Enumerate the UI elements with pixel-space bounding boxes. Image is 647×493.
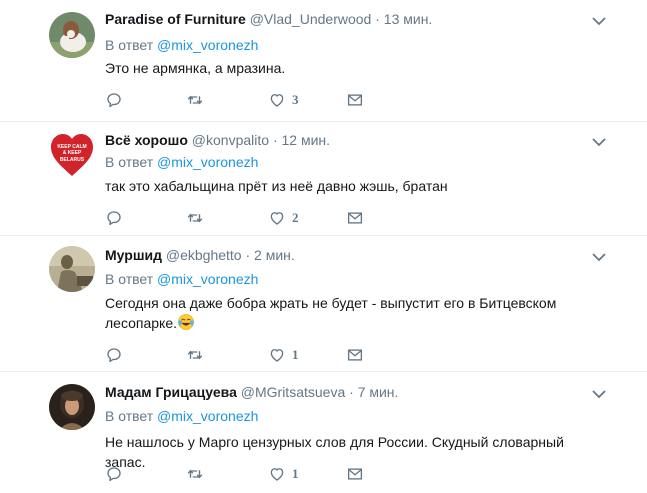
separator-dot: · [349, 384, 354, 400]
reply-prefix: В ответ [105, 408, 154, 424]
separator-dot: · [245, 247, 251, 263]
message-button[interactable] [346, 208, 364, 228]
message-icon [346, 346, 364, 364]
face-with-tears-of-joy-icon [178, 314, 194, 330]
tweet-text-line: лесопарке. [105, 315, 178, 331]
reply-icon [105, 91, 123, 109]
message-icon [346, 465, 364, 483]
user-handle[interactable]: @konvpalito [192, 132, 269, 148]
like-button[interactable]: 1 [268, 464, 299, 484]
avatar[interactable] [49, 384, 95, 430]
avatar[interactable] [49, 246, 95, 292]
retweet-button[interactable] [186, 208, 204, 228]
heart-logo-image: KEEP CALM & KEEP BELARUS [49, 132, 95, 178]
like-button[interactable]: 1 [268, 345, 299, 365]
reply-prefix: В ответ [105, 271, 154, 287]
like-button[interactable]: 2 [268, 208, 299, 228]
reply-button[interactable] [105, 464, 123, 484]
retweet-icon [186, 91, 204, 109]
like-icon [268, 91, 286, 109]
like-count: 2 [292, 210, 299, 225]
message-icon [346, 91, 364, 109]
like-count: 3 [292, 92, 299, 107]
avatar-text-line: & KEEP [63, 150, 82, 156]
message-button[interactable] [346, 464, 364, 484]
display-name[interactable]: Всё хорошо [105, 132, 188, 148]
message-icon [346, 209, 364, 227]
reply-prefix: В ответ [105, 154, 154, 170]
like-icon [268, 346, 286, 364]
tweet-header: Муршид @ekbghetto · 2 мин. [105, 247, 295, 263]
like-button[interactable]: 3 [268, 90, 299, 110]
message-button[interactable] [346, 90, 364, 110]
chevron-down-icon[interactable] [592, 16, 606, 26]
tweet-header: Мадам Грицацуева @MGritsatsueva · 7 мин. [105, 384, 398, 400]
retweet-icon [186, 465, 204, 483]
message-button[interactable] [346, 345, 364, 365]
tweet-item[interactable]: KEEP CALM & KEEP BELARUS Всё хорошо @kon… [0, 122, 647, 236]
tweet-text-line: Сегодня она даже бобра жрать не будет - … [105, 295, 557, 311]
tweet-header: Paradise of Furniture @Vlad_Underwood · … [105, 11, 432, 27]
display-name[interactable]: Paradise of Furniture [105, 11, 246, 27]
tweet-item[interactable]: Мадам Грицацуева @MGritsatsueva · 7 мин.… [0, 372, 647, 493]
avatar[interactable] [49, 12, 95, 58]
chevron-down-icon[interactable] [592, 137, 606, 147]
mention-link[interactable]: @mix_voronezh [157, 37, 258, 53]
mention-link[interactable]: @mix_voronezh [157, 154, 258, 170]
user-handle[interactable]: @ekbghetto [166, 247, 242, 263]
reply-button[interactable] [105, 345, 123, 365]
tweet-actions: 2 [105, 208, 365, 228]
reply-context: В ответ @mix_voronezh [105, 271, 258, 287]
separator-dot: · [272, 132, 278, 148]
reply-icon [105, 465, 123, 483]
reply-context: В ответ @mix_voronezh [105, 154, 258, 170]
reply-icon [105, 346, 123, 364]
timestamp[interactable]: 12 мин. [282, 132, 331, 148]
display-name[interactable]: Мадам Грицацуева [105, 384, 237, 400]
retweet-button[interactable] [186, 464, 204, 484]
tweet-text: Это не армянка, а мразина. [105, 60, 286, 76]
timestamp[interactable]: 7 мин. [358, 384, 399, 400]
retweet-button[interactable] [186, 345, 204, 365]
avatar[interactable]: KEEP CALM & KEEP BELARUS [49, 132, 95, 178]
tweet-item[interactable]: Paradise of Furniture @Vlad_Underwood · … [0, 0, 647, 122]
retweet-icon [186, 209, 204, 227]
reply-context: В ответ @mix_voronezh [105, 408, 258, 424]
retweet-icon [186, 346, 204, 364]
timestamp[interactable]: 13 мин. [384, 11, 433, 27]
user-handle[interactable]: @Vlad_Underwood [250, 11, 372, 27]
like-icon [268, 465, 286, 483]
reply-button[interactable] [105, 208, 123, 228]
avatar-text-line: BELARUS [60, 157, 85, 163]
woman-photo-image [49, 384, 95, 430]
tweet-actions: 1 [105, 464, 365, 484]
separator-dot: · [375, 11, 380, 27]
reply-prefix: В ответ [105, 37, 154, 53]
user-handle[interactable]: @MGritsatsueva [241, 384, 345, 400]
like-count: 1 [292, 347, 299, 362]
tweet-text: Сегодня она даже бобра жрать не будет - … [105, 293, 605, 333]
display-name[interactable]: Муршид [105, 247, 162, 263]
retweet-button[interactable] [186, 90, 204, 110]
tweet-actions: 3 [105, 90, 365, 110]
dog-photo-image [49, 12, 95, 58]
reply-button[interactable] [105, 90, 123, 110]
sepia-photo-image [49, 246, 95, 292]
tweet-text: так это хабальщина прёт из неё давно жэш… [105, 178, 448, 194]
chevron-down-icon[interactable] [592, 389, 606, 399]
like-count: 1 [292, 466, 299, 481]
reply-context: В ответ @mix_voronezh [105, 37, 258, 53]
mention-link[interactable]: @mix_voronezh [157, 408, 258, 424]
chevron-down-icon[interactable] [592, 252, 606, 262]
timestamp[interactable]: 2 мин. [254, 247, 295, 263]
tweet-actions: 1 [105, 345, 365, 365]
reply-icon [105, 209, 123, 227]
like-icon [268, 209, 286, 227]
tweet-header: Всё хорошо @konvpalito · 12 мин. [105, 132, 330, 148]
mention-link[interactable]: @mix_voronezh [157, 271, 258, 287]
tweet-item[interactable]: Муршид @ekbghetto · 2 мин. В ответ @mix_… [0, 236, 647, 372]
